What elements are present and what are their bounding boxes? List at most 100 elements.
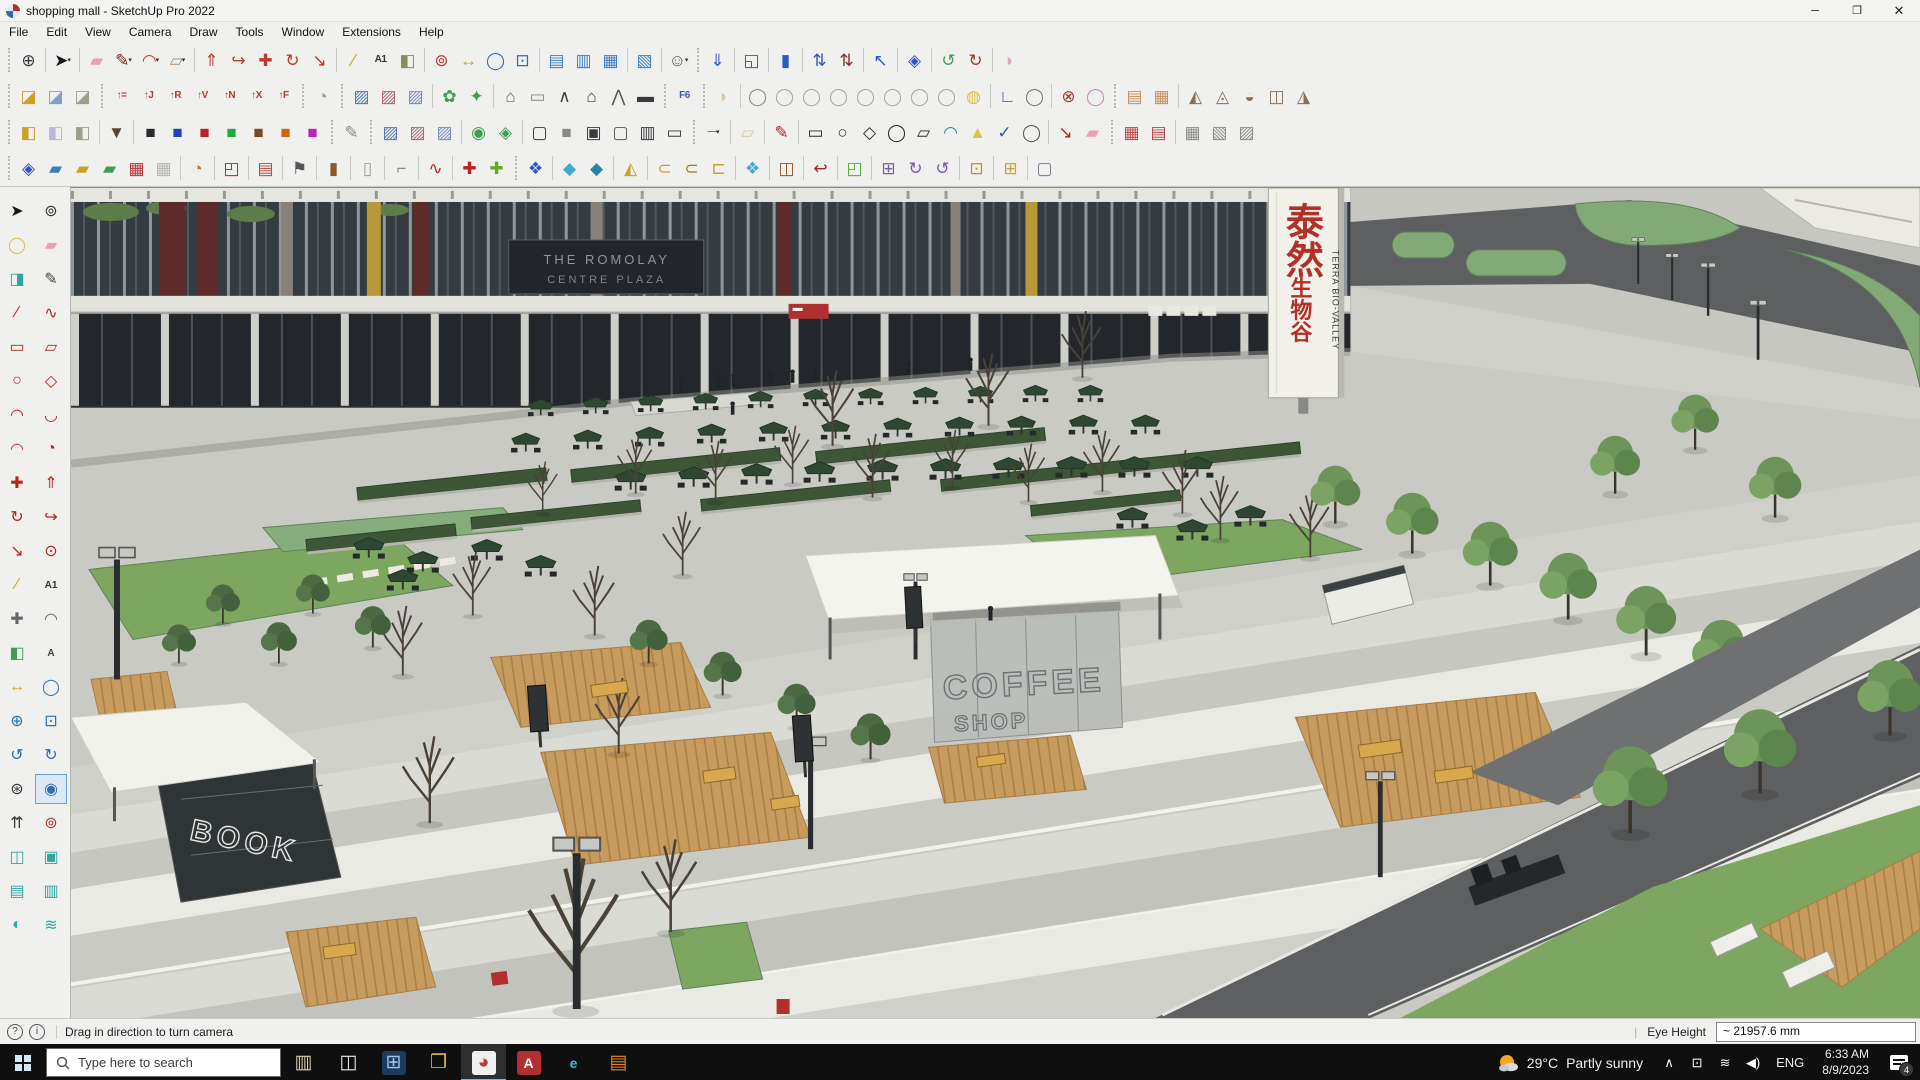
maximize-button[interactable]: ❐ [1836, 0, 1878, 21]
circle-icon[interactable]: ○ [2, 367, 32, 395]
orbit-icon[interactable]: ⊚ [36, 809, 66, 837]
mesh-red-1-icon[interactable]: ▦ [1118, 119, 1145, 146]
search-input[interactable] [78, 1055, 271, 1070]
stamp-icon[interactable]: ◬ [1209, 83, 1236, 110]
container-box-icon[interactable]: ▭ [524, 83, 551, 110]
plugin-updown-blue-icon[interactable]: ⇅ [806, 47, 833, 74]
follow-me-icon[interactable]: ↪ [225, 47, 252, 74]
protractor-icon[interactable]: ◠ [36, 605, 66, 633]
task-view-icon[interactable]: ◫ [326, 1044, 371, 1080]
offset-icon[interactable]: ⊙ [36, 537, 66, 565]
rotate-icon[interactable]: ↻ [2, 503, 32, 531]
toolbar-grip[interactable] [1114, 84, 1116, 108]
paint-black-icon[interactable]: ■ [137, 119, 164, 146]
toolbar-grip[interactable] [331, 120, 333, 144]
loop-7-icon[interactable]: ◯ [933, 83, 960, 110]
move-icon[interactable]: ✚ [2, 469, 32, 497]
plugin-updown-red-icon[interactable]: ⇅ [833, 47, 860, 74]
arc-icon[interactable]: ◠ [2, 401, 32, 429]
eraser-icon[interactable]: ▰ [36, 231, 66, 259]
zoom-extents-icon[interactable]: ⊡ [509, 47, 536, 74]
autocad-icon[interactable]: A [506, 1044, 551, 1080]
zoom-icon[interactable]: ◯ [482, 47, 509, 74]
speaker-icon[interactable]: ◀) [1739, 1055, 1767, 1071]
rotate-box-icon[interactable]: ↻ [902, 155, 929, 182]
s4u-f-icon[interactable]: ↑F [270, 83, 297, 110]
search-highlight-tower-icon[interactable]: ▥ [281, 1044, 326, 1080]
section-cuts-icon[interactable]: ▥ [36, 877, 66, 905]
corner-square-icon[interactable]: ◰ [218, 155, 245, 182]
drop-spray-icon[interactable]: ◆ [583, 155, 610, 182]
loop-1-icon[interactable]: ◯ [771, 83, 798, 110]
cube-lavender-icon[interactable]: ◧ [42, 119, 69, 146]
look-around-icon[interactable]: ◉ [36, 775, 66, 803]
toolbar-grip[interactable] [370, 120, 372, 144]
xray-icon[interactable]: ▤ [543, 47, 570, 74]
shape-ellipse-icon[interactable]: ◯ [883, 119, 910, 146]
plant-star-icon[interactable]: ✦ [463, 83, 490, 110]
fog-icon[interactable]: ≋ [36, 911, 66, 939]
mesh-gray-1-icon[interactable]: ▦ [1179, 119, 1206, 146]
walk-icon[interactable]: ⇈ [2, 809, 32, 837]
push-pull-icon[interactable]: ⇑ [36, 469, 66, 497]
edit-panel-3-icon[interactable]: ▨ [402, 83, 429, 110]
menu-file[interactable]: File [0, 23, 37, 41]
roof-frame-icon[interactable]: ⋀ [605, 83, 632, 110]
plugin-arrow-icon[interactable]: ↖ [867, 47, 894, 74]
toolbar-grip[interactable] [302, 84, 304, 108]
axes-icon[interactable]: ✚ [2, 605, 32, 633]
loop-4-icon[interactable]: ◯ [852, 83, 879, 110]
box-solid-icon[interactable]: ■ [553, 119, 580, 146]
box-outline-icon[interactable]: ▢ [526, 119, 553, 146]
page-pencil-icon[interactable]: ✎ [338, 119, 365, 146]
hook-c-icon[interactable]: ⊂ [651, 155, 678, 182]
s4u-r-icon[interactable]: ↑R [162, 83, 189, 110]
back-edges-icon[interactable]: ▥ [570, 47, 597, 74]
orange-file-icon[interactable]: ▤ [596, 1044, 641, 1080]
stack-boxes-icon[interactable]: ◰ [841, 155, 868, 182]
line-icon[interactable]: ✎▾ [110, 47, 137, 74]
loop-5-icon[interactable]: ◯ [879, 83, 906, 110]
gem-box-icon[interactable]: ◈ [492, 119, 519, 146]
plugin-bar-icon[interactable]: ▮ [772, 47, 799, 74]
toolbar-grip[interactable] [697, 48, 699, 72]
position-camera-icon[interactable]: ⊛ [2, 775, 32, 803]
box-dropdown-icon[interactable]: ▼ [103, 119, 130, 146]
s4u-x-icon[interactable]: ↑X [243, 83, 270, 110]
text-icon[interactable]: A1 [367, 47, 394, 74]
vegetation-icon[interactable]: ✿ [436, 83, 463, 110]
box-frame-icon[interactable]: ▣ [580, 119, 607, 146]
scale-icon[interactable]: ↘ [306, 47, 333, 74]
move-icon[interactable]: ✚ [252, 47, 279, 74]
toolbar-grip[interactable] [8, 48, 10, 72]
shell-icon[interactable]: ◔ [309, 83, 336, 110]
dimensions-icon[interactable]: A1 [36, 571, 66, 599]
component-blue-icon[interactable]: ◪ [42, 83, 69, 110]
zoom-window-icon[interactable]: ⊕ [15, 47, 42, 74]
loop-x-icon[interactable]: ⊗ [1055, 83, 1082, 110]
loop-yellow-icon[interactable]: ◍ [960, 83, 987, 110]
toolbar-grip[interactable] [1111, 120, 1113, 144]
loop-pink-icon[interactable]: ◯ [1082, 83, 1109, 110]
polygon-icon[interactable]: ◇ [36, 367, 66, 395]
flip-plane-icon[interactable]: ◈ [15, 155, 42, 182]
fredo6-icon[interactable]: F6 [671, 83, 698, 110]
red-pencil-icon[interactable]: ✎ [768, 119, 795, 146]
s4u-j-icon[interactable]: ↑J [135, 83, 162, 110]
paint-bucket-icon[interactable]: ◧ [394, 47, 421, 74]
orbit-icon[interactable]: ⊚ [428, 47, 455, 74]
toolbar-grip[interactable] [8, 156, 10, 180]
spiral-plant-icon[interactable]: ◉ [465, 119, 492, 146]
layer-panel-3-icon[interactable]: ▨ [431, 119, 458, 146]
curve-points-icon[interactable]: ∿ [422, 155, 449, 182]
loop-6-icon[interactable]: ◯ [906, 83, 933, 110]
notification-center[interactable]: 4 [1878, 1044, 1920, 1080]
toolbar-grip[interactable] [8, 120, 10, 144]
soft-eraser-icon[interactable]: ▰ [1079, 119, 1106, 146]
section-display-icon[interactable]: ▤ [2, 877, 32, 905]
s4u-v-icon[interactable]: ↑V [189, 83, 216, 110]
shed-dark-icon[interactable]: ▬ [632, 83, 659, 110]
plugin-redo-icon[interactable]: ↻ [962, 47, 989, 74]
box-flat-icon[interactable]: ▭ [661, 119, 688, 146]
box-open-icon[interactable]: ▢ [607, 119, 634, 146]
